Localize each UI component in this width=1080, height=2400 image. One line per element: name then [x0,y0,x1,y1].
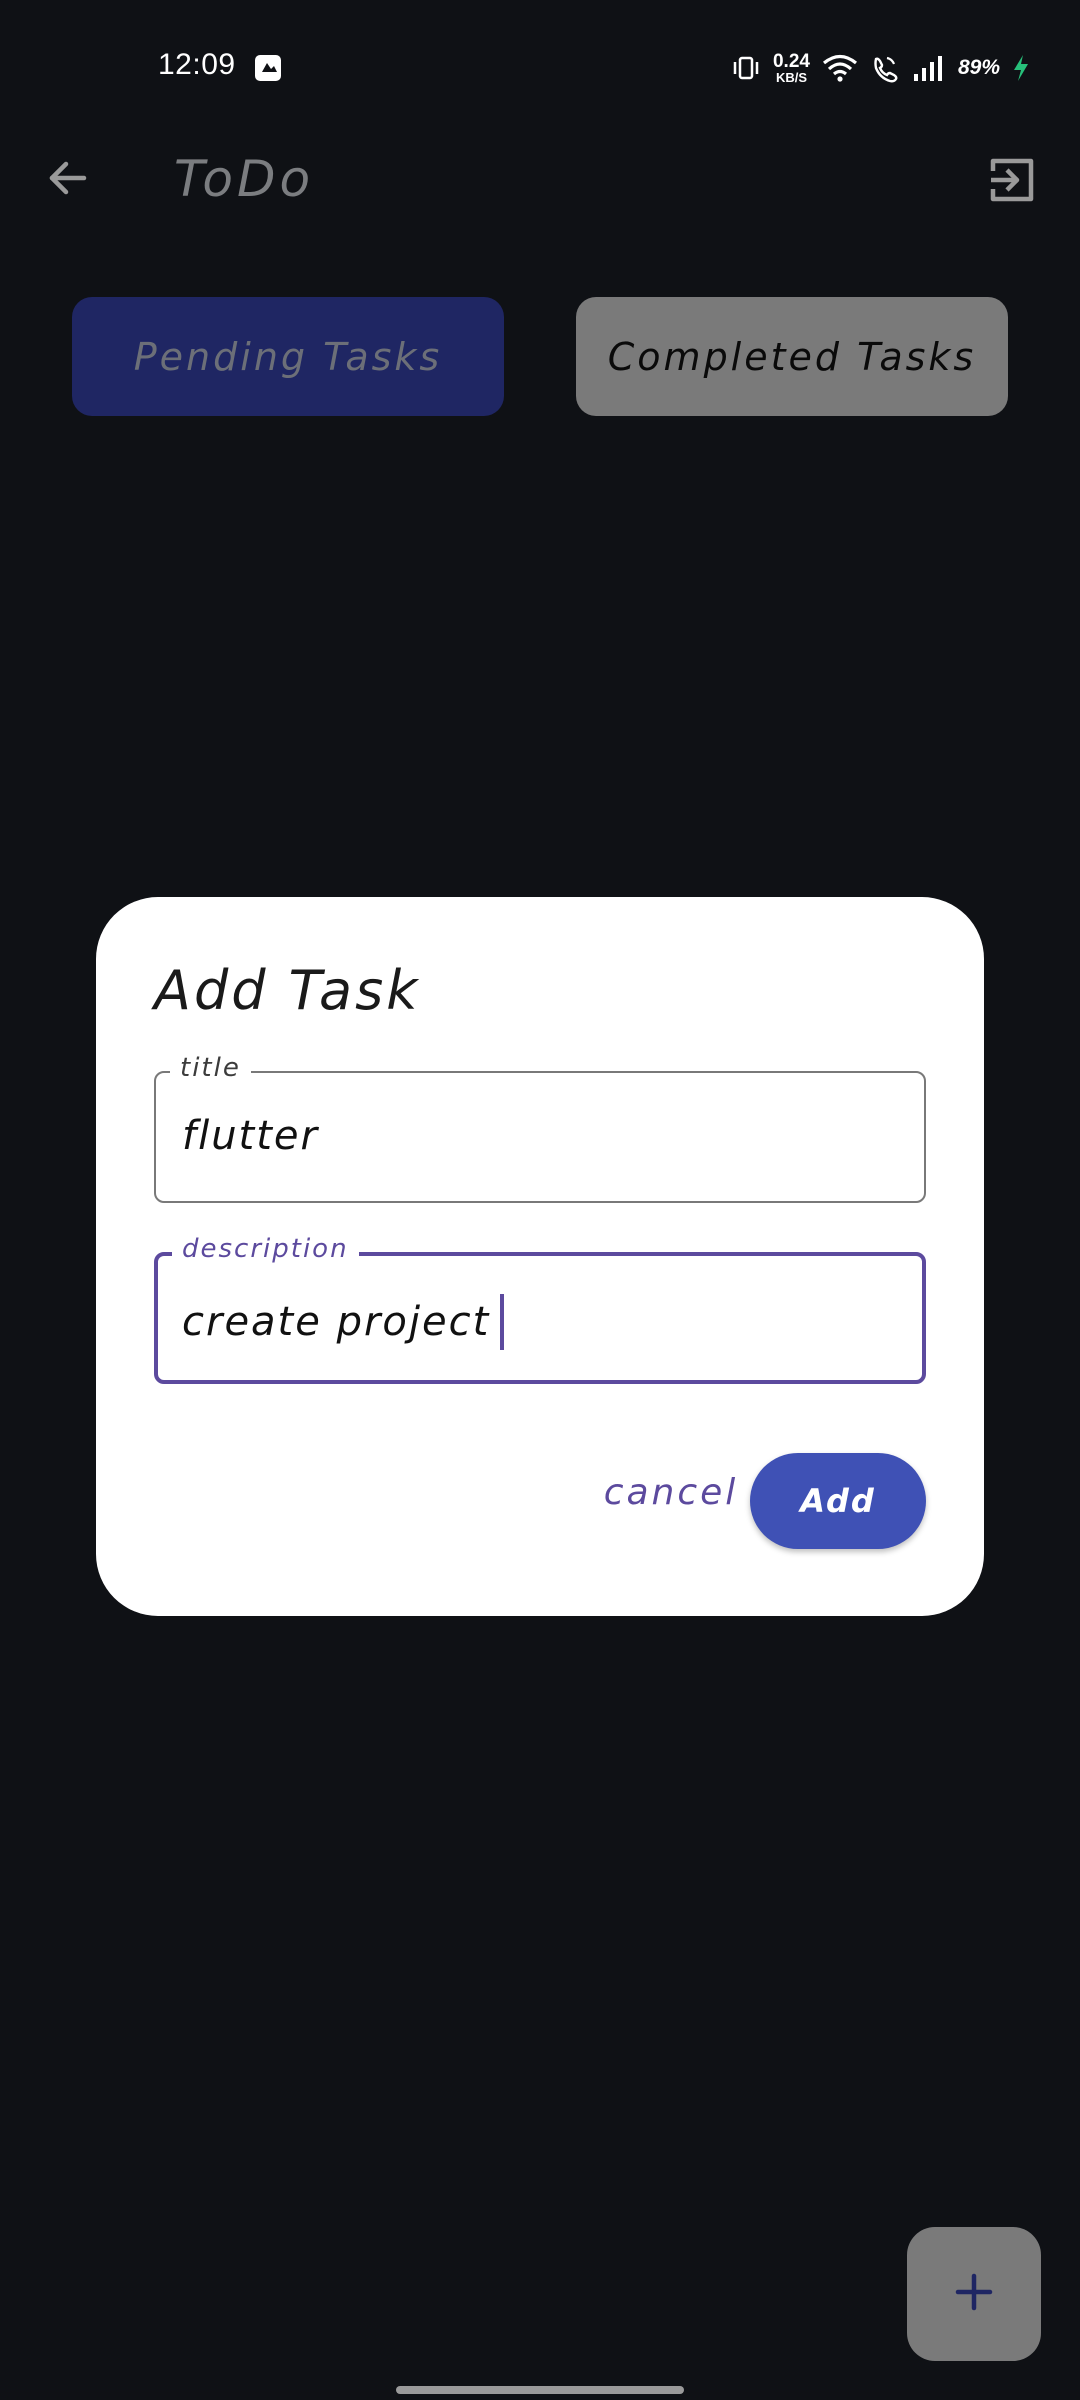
pending-tasks-tab[interactable]: Pending Tasks [72,297,504,416]
pending-tasks-label: Pending Tasks [133,334,443,379]
screen: 12:09 0.24 KB/S 89% ToDo Pending Tasks C… [0,0,1080,2400]
add-button[interactable]: Add [750,1453,926,1549]
wifi-calling-icon [870,53,900,83]
logout-button[interactable] [982,152,1042,212]
description-input-value: create project [182,1299,491,1345]
description-input[interactable]: create project [182,1294,505,1350]
cancel-button-label: cancel [603,1471,739,1513]
status-time: 12:09 [158,48,236,81]
charging-icon [1012,54,1030,82]
app-bar: ToDo [0,130,1080,235]
status-icons: 0.24 KB/S 89% [731,48,1030,88]
app-title: ToDo [174,150,315,208]
completed-tasks-tab[interactable]: Completed Tasks [576,297,1008,416]
description-field-label: description [172,1234,359,1264]
signal-icon [912,54,946,82]
vibrate-icon [731,53,761,83]
battery-percentage: 89% [957,56,1000,79]
title-field[interactable]: title flutter [154,1053,926,1203]
text-cursor [500,1294,505,1350]
logout-icon [987,155,1037,209]
status-bar: 12:09 0.24 KB/S 89% [0,0,1080,130]
add-task-dialog: Add Task title flutter description creat… [96,897,984,1616]
title-field-label: title [170,1053,251,1083]
network-speed-value: 0.24 [772,51,810,72]
description-field[interactable]: description create project [154,1234,926,1384]
title-input-value: flutter [182,1113,319,1159]
network-speed: 0.24 KB/S [773,52,810,84]
app-notification-icon [252,52,284,84]
completed-tasks-label: Completed Tasks [607,334,977,379]
home-indicator[interactable] [396,2386,684,2394]
wifi-icon [822,53,858,83]
add-task-fab[interactable] [907,2227,1041,2361]
back-button[interactable] [40,152,96,208]
dialog-title: Add Task [154,959,421,1022]
arrow-left-icon [46,156,90,204]
network-speed-unit: KB/S [775,70,807,85]
cancel-button[interactable]: cancel [586,1457,756,1527]
plus-icon [952,2270,996,2318]
add-button-label: Add [800,1482,876,1520]
title-input[interactable]: flutter [182,1113,319,1159]
